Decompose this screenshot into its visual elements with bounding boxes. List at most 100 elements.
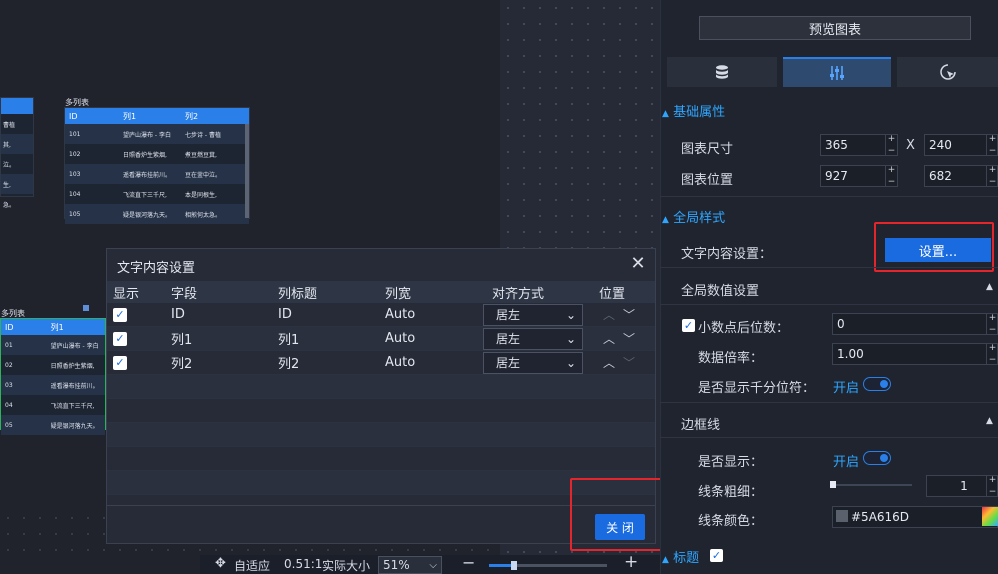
close-icon[interactable]: ✕ [629, 255, 647, 273]
decimals-stepper[interactable]: + − [986, 313, 998, 335]
thousands-label: 是否显示千分位符： [698, 381, 816, 396]
multiplier-stepper[interactable]: + − [986, 343, 998, 365]
border-color-label: 线条颜色： [698, 514, 764, 529]
section-global-style[interactable]: ▲ 全局样式 [662, 207, 725, 226]
border-section-header[interactable]: 边框线 [681, 414, 720, 433]
move-up-icon[interactable]: ︿ [599, 306, 619, 323]
move-icon[interactable]: ✥ [215, 556, 226, 571]
border-show-label: 是否显示： [698, 455, 764, 470]
table-row: ✓ 列1 列1 Auto 居左 ⌄ ︿ ﹀ [107, 327, 655, 351]
table-row: 其, [1, 134, 33, 154]
zoom-in-button[interactable]: + [624, 552, 638, 572]
header-cell: 列1 [123, 111, 137, 121]
table-row: 03 遥看瀑布挂前川。 [1, 375, 105, 395]
chevron-down-icon: ⌵ [429, 559, 437, 571]
move-up-icon[interactable]: ︿ [599, 354, 619, 371]
move-down-icon[interactable]: ﹀ [619, 354, 639, 371]
move-down-icon[interactable]: ﹀ [619, 306, 639, 323]
align-select[interactable]: 居左 ⌄ [483, 327, 583, 350]
empty-row [107, 375, 655, 399]
chevron-down-icon: ⌄ [565, 307, 576, 322]
zoom-out-button[interactable]: − [462, 553, 475, 572]
multi-column-table-widget[interactable]: 多列表 ID 列1 列2 101 望庐山瀑布 - 李白 七步诗 - 曹植 102 日照… [64, 98, 250, 224]
divider [660, 267, 998, 268]
pos-y-stepper[interactable]: + − [986, 165, 998, 187]
divider [660, 402, 998, 403]
move-down-icon[interactable]: ﹀ [619, 330, 639, 347]
move-up-icon[interactable]: ︿ [599, 330, 619, 347]
field-cell: 列2 [171, 357, 193, 372]
show-checkbox[interactable]: ✓ [113, 356, 127, 370]
numeric-settings-header[interactable]: 全局数值设置 [681, 280, 759, 299]
border-thickness-label: 线条粗细： [698, 485, 764, 500]
pos-x-stepper[interactable]: + − [885, 165, 897, 187]
preview-chart-button[interactable]: 预览图表 [699, 16, 971, 40]
actual-size-button[interactable]: 实际大小 [322, 557, 370, 574]
table-row: 104 飞流直下三千尺, 本是同根生, [69, 190, 217, 199]
table-row: 05 疑是银河落九天。 [1, 415, 105, 435]
table-row: 04 飞流直下三千尺, [5, 401, 95, 410]
zoom-select[interactable]: 51% ⌵ [378, 556, 442, 574]
highlight-box [570, 478, 671, 551]
caret-up-icon: ▲ [662, 109, 669, 119]
thickness-slider-handle[interactable] [830, 481, 836, 488]
section-basic[interactable]: ▲ 基础属性 [662, 101, 725, 120]
sliders-icon [830, 66, 844, 80]
table-row: 泣。 [3, 161, 16, 169]
table-row: 103 遥看瀑布挂前川。 豆在釜中泣。 [65, 164, 249, 184]
table-row: 02 日照香炉生紫烟, [5, 361, 95, 370]
chevron-down-icon: ⌄ [565, 355, 576, 370]
height-stepper[interactable]: + − [986, 134, 998, 156]
header-cell: 列2 [185, 111, 199, 121]
show-checkbox[interactable]: ✓ [113, 308, 127, 322]
cursor-icon [939, 64, 956, 80]
scrollbar[interactable] [245, 124, 249, 218]
column-title-cell[interactable]: 列2 [278, 353, 385, 372]
tab-interaction[interactable] [897, 57, 998, 87]
decimals-checkbox[interactable]: ✓ [682, 319, 695, 332]
table-header: ID 列1 [1, 319, 105, 335]
header-width: 列宽 [385, 286, 412, 302]
zoom-slider-handle[interactable] [511, 561, 517, 570]
column-title-cell[interactable]: ID [278, 307, 385, 322]
column-width-cell[interactable]: Auto [385, 307, 492, 322]
zoom-slider[interactable] [489, 561, 607, 570]
caret-up-icon[interactable]: ▲ [986, 282, 993, 292]
selected-table-widget[interactable]: 多列表 ID 列1 01 望庐山瀑布 - 李白 02 日照香炉生紫烟, 03 遥看瀑布… [0, 305, 106, 435]
width-stepper[interactable]: + − [885, 134, 897, 156]
table-row: 生, [1, 174, 33, 194]
multiplier-input[interactable]: 1.00 [832, 343, 998, 365]
partial-table-widget[interactable]: 曹植 其, 泣。 生, 急。 [0, 97, 34, 209]
divider [660, 304, 998, 305]
chart-size-label: 图表尺寸 [681, 142, 734, 157]
section-title[interactable]: ▲ 标题 [662, 547, 699, 566]
database-icon [716, 65, 728, 79]
column-width-cell[interactable]: Auto [385, 355, 492, 370]
thickness-slider[interactable] [830, 481, 912, 488]
header-field: 字段 [171, 286, 198, 302]
header-title: 列标题 [278, 286, 318, 302]
caret-up-icon[interactable]: ▲ [986, 416, 993, 426]
align-select[interactable]: 居左 ⌄ [483, 303, 583, 326]
color-picker-icon[interactable] [982, 507, 998, 526]
align-select[interactable]: 居左 ⌄ [483, 351, 583, 374]
column-title-cell[interactable]: 列1 [278, 329, 385, 348]
border-color-input[interactable]: #5A616D [832, 506, 998, 528]
fit-button[interactable]: 自适应 [234, 557, 270, 574]
border-show-toggle[interactable] [863, 451, 891, 465]
thousands-state: 开启 [833, 381, 860, 396]
decimals-input[interactable]: 0 [832, 313, 998, 335]
resize-handle[interactable] [83, 305, 89, 311]
divider [660, 196, 998, 197]
color-swatch [836, 510, 848, 522]
thickness-stepper[interactable]: + − [986, 475, 998, 497]
header-show: 显示 [113, 286, 140, 302]
show-checkbox[interactable]: ✓ [113, 332, 127, 346]
table-row: 01 望庐山瀑布 - 李白 [1, 335, 105, 355]
table-header [1, 98, 33, 114]
column-width-cell[interactable]: Auto [385, 331, 492, 346]
tab-style[interactable] [783, 57, 891, 87]
thousands-toggle[interactable] [863, 377, 891, 391]
tab-data[interactable] [667, 57, 777, 87]
title-checkbox[interactable]: ✓ [710, 549, 723, 562]
